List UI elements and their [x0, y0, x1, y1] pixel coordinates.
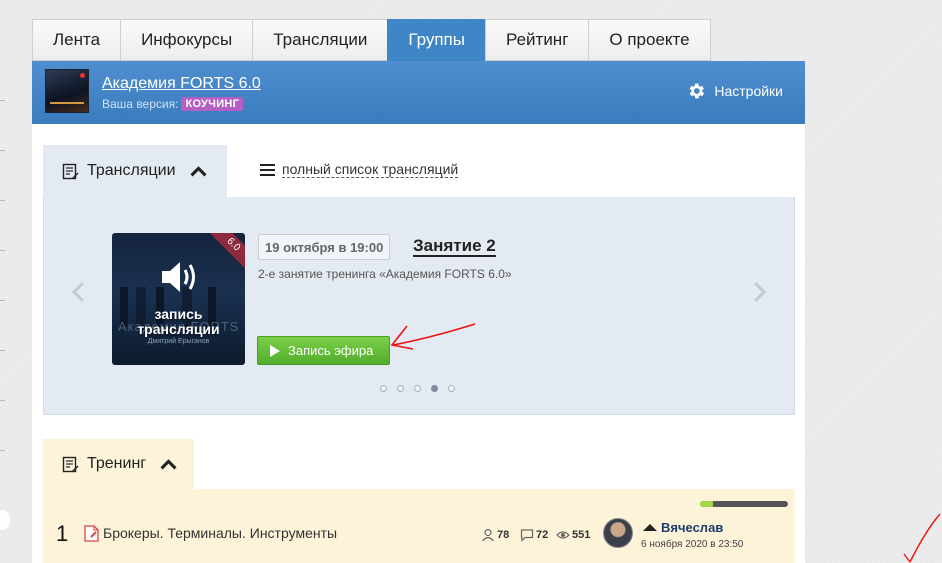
- broadcast-thumbnail[interactable]: 6.0 Академия FORTS запись трансляции Дми…: [112, 233, 245, 365]
- annotation-arrow: [390, 323, 476, 350]
- chevron-up-icon: [160, 458, 177, 469]
- training-list: 1 Брокеры. Терминалы. Инструменты 78 72: [43, 489, 795, 563]
- views-count: 551: [556, 528, 590, 542]
- thumb-author: Дмитрий Ерыганов: [147, 338, 210, 345]
- group-header: Академия FORTS 6.0 Ваша версия: КОУЧИНГ …: [32, 61, 805, 124]
- broadcast-date: 19 октября в 19:00: [258, 234, 391, 260]
- carousel-pagination: [380, 385, 455, 392]
- broadcasts-tab-label: Трансляции: [87, 162, 176, 179]
- full-broadcast-list-label: полный список трансляций: [282, 161, 459, 178]
- notepad-icon: [62, 163, 79, 179]
- nav-tab-infocourses[interactable]: Инфокурсы: [120, 19, 253, 61]
- nav-tab-broadcasts[interactable]: Трансляции: [252, 19, 388, 61]
- group-panel: Академия FORTS 6.0 Ваша версия: КОУЧИНГ …: [32, 61, 805, 563]
- chevron-right-icon[interactable]: [750, 281, 768, 303]
- training-tab[interactable]: Тренинг: [43, 439, 194, 489]
- annotation-scribble: [903, 513, 941, 563]
- main-nav: Лента Инфокурсы Трансляции Группы Рейтин…: [32, 19, 711, 61]
- nav-tab-groups[interactable]: Группы: [387, 19, 485, 61]
- settings-label: Настройки: [714, 83, 783, 99]
- version-label: Ваша версия:: [102, 97, 179, 111]
- carousel-dot-active[interactable]: [431, 385, 438, 392]
- carousel-dot[interactable]: [380, 385, 387, 392]
- group-title-link[interactable]: Академия FORTS 6.0: [102, 75, 261, 93]
- version-badge: КОУЧИНГ: [181, 97, 244, 111]
- nav-tab-rating[interactable]: Рейтинг: [484, 19, 589, 61]
- broadcast-carousel: 6.0 Академия FORTS запись трансляции Дми…: [43, 197, 795, 415]
- recording-button[interactable]: Запись эфира: [257, 336, 390, 365]
- carousel-dot[interactable]: [448, 385, 455, 392]
- list-icon: [260, 164, 275, 176]
- training-progress-bar: [700, 501, 788, 507]
- post-date: 6 ноября 2020 в 23:50: [641, 539, 744, 550]
- nav-tab-about[interactable]: О проекте: [588, 19, 711, 61]
- caret-up-icon: [643, 524, 657, 531]
- side-handle: [0, 510, 10, 530]
- side-ruler: [0, 100, 6, 560]
- group-version: Ваша версия: КОУЧИНГ: [102, 97, 244, 111]
- chevron-left-icon[interactable]: [70, 281, 88, 303]
- settings-button[interactable]: Настройки: [686, 81, 783, 101]
- broadcast-title-link[interactable]: Занятие 2: [413, 236, 496, 257]
- comment-icon: [520, 529, 534, 542]
- training-tab-label: Тренинг: [87, 455, 147, 472]
- recording-button-label: Запись эфира: [288, 343, 374, 358]
- notepad-icon: [62, 456, 79, 472]
- chevron-up-icon: [189, 165, 207, 176]
- members-count: 78: [481, 528, 509, 542]
- eye-icon: [556, 531, 570, 539]
- speaker-icon: [162, 262, 195, 292]
- nav-tab-feed[interactable]: Лента: [32, 19, 121, 61]
- comments-count: 72: [520, 528, 548, 542]
- thumb-caption: запись трансляции: [137, 306, 220, 337]
- user-icon: [482, 528, 494, 542]
- broadcasts-tab[interactable]: Трансляции: [43, 145, 227, 197]
- full-broadcast-list-link[interactable]: полный список трансляций: [260, 161, 459, 178]
- list-item[interactable]: 1 Брокеры. Терминалы. Инструменты 78 72: [43, 517, 795, 555]
- author-name-link[interactable]: Вячеслав: [643, 520, 723, 535]
- document-icon: [84, 525, 99, 542]
- thumb-version-ribbon: 6.0: [208, 233, 245, 270]
- play-icon: [270, 344, 280, 357]
- lesson-number: 1: [56, 521, 69, 546]
- broadcast-description: 2-е занятие тренинга «Академия FORTS 6.0…: [258, 267, 512, 281]
- lesson-title-link[interactable]: Брокеры. Терминалы. Инструменты: [103, 525, 337, 541]
- group-logo[interactable]: [45, 69, 89, 113]
- carousel-dot[interactable]: [397, 385, 404, 392]
- carousel-dot[interactable]: [414, 385, 421, 392]
- author-avatar[interactable]: [603, 518, 633, 548]
- gear-icon: [690, 83, 705, 99]
